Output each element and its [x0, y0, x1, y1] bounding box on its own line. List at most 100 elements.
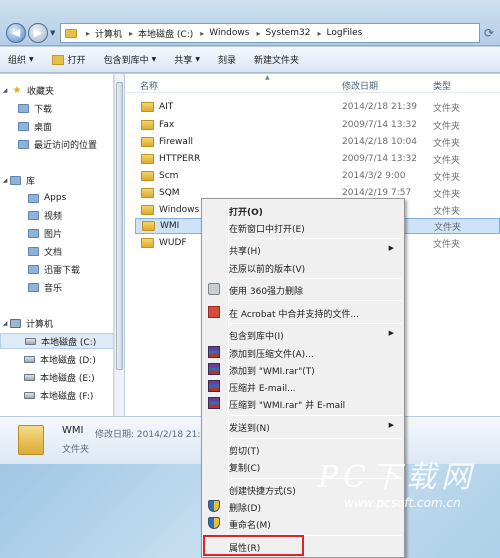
menu-item-360-delete[interactable]: 使用 360强力删除 — [204, 281, 402, 298]
uac-shield-icon — [208, 517, 220, 529]
file-row-ait[interactable]: AIT 2014/2/18 21:39 文件夹 — [135, 99, 500, 115]
menu-label: 使用 360强力删除 — [229, 287, 304, 297]
back-button[interactable]: ◀ — [6, 23, 26, 43]
menu-item-restore-versions[interactable]: 还原以前的版本(V) — [204, 259, 402, 276]
breadcrumb-computer[interactable]: ▸ 计算机 — [82, 27, 122, 40]
menu-item-open-new-window[interactable]: 在新窗口中打开(E) — [204, 219, 402, 236]
folder-icon — [141, 188, 154, 198]
folder-icon — [141, 137, 154, 147]
scrollbar-thumb[interactable] — [116, 82, 123, 370]
nav-libraries[interactable]: ◢ 库 — [0, 172, 114, 188]
submenu-arrow-icon: ▶ — [388, 329, 394, 337]
nav-desktop[interactable]: 桌面 — [0, 118, 114, 134]
nav-music[interactable]: 音乐 — [0, 279, 114, 295]
nav-label: 视频 — [44, 211, 63, 222]
organize-button[interactable]: 组织 ▼ — [8, 53, 34, 66]
arrow-left-icon: ◀ — [11, 26, 21, 39]
forward-button[interactable]: ▶ — [28, 23, 48, 43]
apps-library-icon — [28, 193, 39, 203]
watermark-url: www.pcsoft.com.cn — [344, 496, 461, 510]
column-type[interactable]: 类型 — [433, 79, 451, 92]
details-modified: 修改日期: 2014/2/18 21:39 — [95, 430, 212, 440]
folder-icon — [141, 120, 154, 130]
nav-videos[interactable]: 视频 — [0, 207, 114, 223]
nav-apps[interactable]: Apps — [0, 190, 114, 206]
expand-icon[interactable]: ◢ — [0, 320, 10, 327]
menu-item-add-archive[interactable]: 添加到压缩文件(A)... — [204, 344, 402, 361]
nav-drive-f[interactable]: 本地磁盘 (F:) — [0, 387, 114, 403]
menu-label: 压缩到 "WMI.rar" 并 E-mail — [229, 401, 346, 411]
breadcrumb-drive-c[interactable]: ▸ 本地磁盘 (C:) — [125, 27, 193, 40]
nav-drive-e[interactable]: 本地磁盘 (E:) — [0, 369, 114, 385]
history-dropdown-icon[interactable]: ▼ — [50, 29, 55, 37]
menu-item-compress-email[interactable]: 压缩并 E-mail... — [204, 378, 402, 395]
crumb-label: 计算机 — [95, 29, 123, 40]
nav-downloads[interactable]: 下载 — [0, 100, 114, 116]
breadcrumb-windows[interactable]: ▸ Windows — [196, 28, 249, 38]
expand-icon[interactable]: ◢ — [0, 87, 10, 94]
share-button[interactable]: 共享 ▼ — [174, 53, 200, 66]
menu-separator — [230, 438, 402, 439]
menu-item-include-library[interactable]: 包含到库中(I) ▶ — [204, 326, 402, 343]
menu-item-open[interactable]: 打开(O) — [204, 202, 402, 219]
nav-favorites[interactable]: ◢ ★ 收藏夹 — [0, 82, 114, 98]
folder-icon — [141, 238, 154, 248]
winrar-icon — [208, 380, 220, 392]
details-type: 文件夹 — [62, 445, 90, 455]
menu-label: 创建快捷方式(S) — [229, 487, 296, 497]
nav-pictures[interactable]: 图片 — [0, 225, 114, 241]
new-folder-button[interactable]: 新建文件夹 — [254, 53, 299, 66]
include-in-library-button[interactable]: 包含到库中 ▼ — [104, 53, 157, 66]
navigation-scrollbar[interactable] — [114, 74, 124, 416]
winrar-icon — [208, 397, 220, 409]
file-type: 文件夹 — [433, 138, 461, 149]
nav-label: 迅雷下载 — [44, 265, 81, 276]
download-icon — [18, 103, 29, 113]
navigation-pane: ◢ ★ 收藏夹 下载 桌面 最近访问的位置 ◢ 库 Apps 视频 图片 文档 … — [0, 74, 114, 416]
nav-recent[interactable]: 最近访问的位置 — [0, 136, 114, 152]
breadcrumb-logfiles[interactable]: ▸ LogFiles — [313, 28, 362, 38]
nav-label: 收藏夹 — [27, 86, 55, 97]
nav-drive-d[interactable]: 本地磁盘 (D:) — [0, 351, 114, 367]
menu-item-send-to[interactable]: 发送到(N) ▶ — [204, 418, 402, 435]
file-row-scm[interactable]: Scm 2014/3/2 9:00 文件夹 — [135, 168, 500, 184]
refresh-icon[interactable]: ⟳ — [480, 24, 498, 42]
nav-label: 本地磁盘 (C:) — [41, 337, 97, 348]
file-row-httperr[interactable]: HTTPERR 2009/7/14 13:32 文件夹 — [135, 151, 500, 167]
menu-item-share[interactable]: 共享(H) ▶ — [204, 241, 402, 258]
menu-label: 添加到 "WMI.rar"(T) — [229, 367, 315, 377]
column-date[interactable]: 修改日期 — [342, 79, 378, 92]
drive-icon — [24, 373, 35, 381]
menu-item-rename[interactable]: 重命名(M) — [204, 515, 402, 532]
document-icon — [28, 246, 39, 256]
file-date: 2014/2/18 10:04 — [342, 137, 417, 147]
menu-item-acrobat-combine[interactable]: 在 Acrobat 中合并支持的文件... — [204, 304, 402, 321]
chevron-right-icon: ▸ — [200, 28, 205, 38]
nav-thunder[interactable]: 迅雷下载 — [0, 261, 114, 277]
menu-item-add-wmi-rar[interactable]: 添加到 "WMI.rar"(T) — [204, 361, 402, 378]
expand-icon[interactable]: ◢ — [0, 177, 10, 184]
burn-button[interactable]: 刻录 — [218, 53, 236, 66]
nav-drive-c[interactable]: 本地磁盘 (C:) — [0, 333, 114, 349]
chevron-right-icon: ▸ — [317, 28, 322, 38]
menu-label: 打开(O) — [229, 208, 263, 218]
file-name: AIT — [159, 102, 174, 112]
chevron-right-icon: ▸ — [86, 28, 91, 38]
nav-label: 最近访问的位置 — [34, 140, 98, 151]
breadcrumb[interactable]: ▸ 计算机 ▸ 本地磁盘 (C:) ▸ Windows ▸ System32 ▸ LogF… — [60, 23, 480, 43]
file-row-fax[interactable]: Fax 2009/7/14 13:32 文件夹 — [135, 117, 500, 133]
nav-documents[interactable]: 文档 — [0, 243, 114, 259]
open-button[interactable]: 打开 — [51, 53, 86, 66]
breadcrumb-system32[interactable]: ▸ System32 — [252, 28, 310, 38]
watermark-brand: PC下载网 — [318, 460, 477, 495]
file-row-firewall[interactable]: Firewall 2014/2/18 10:04 文件夹 — [135, 134, 500, 150]
picture-icon — [28, 228, 39, 238]
menu-label: 在 Acrobat 中合并支持的文件... — [229, 310, 360, 320]
organize-label: 组织 — [8, 56, 27, 66]
nav-computer[interactable]: ◢ 计算机 — [0, 315, 114, 331]
crumb-label: System32 — [265, 28, 311, 38]
file-date: 2009/7/14 13:32 — [342, 120, 417, 130]
menu-item-compress-wmi-email[interactable]: 压缩到 "WMI.rar" 并 E-mail — [204, 395, 402, 412]
column-name[interactable]: 名称 — [140, 79, 158, 92]
file-date: 2014/3/2 9:00 — [342, 171, 406, 181]
